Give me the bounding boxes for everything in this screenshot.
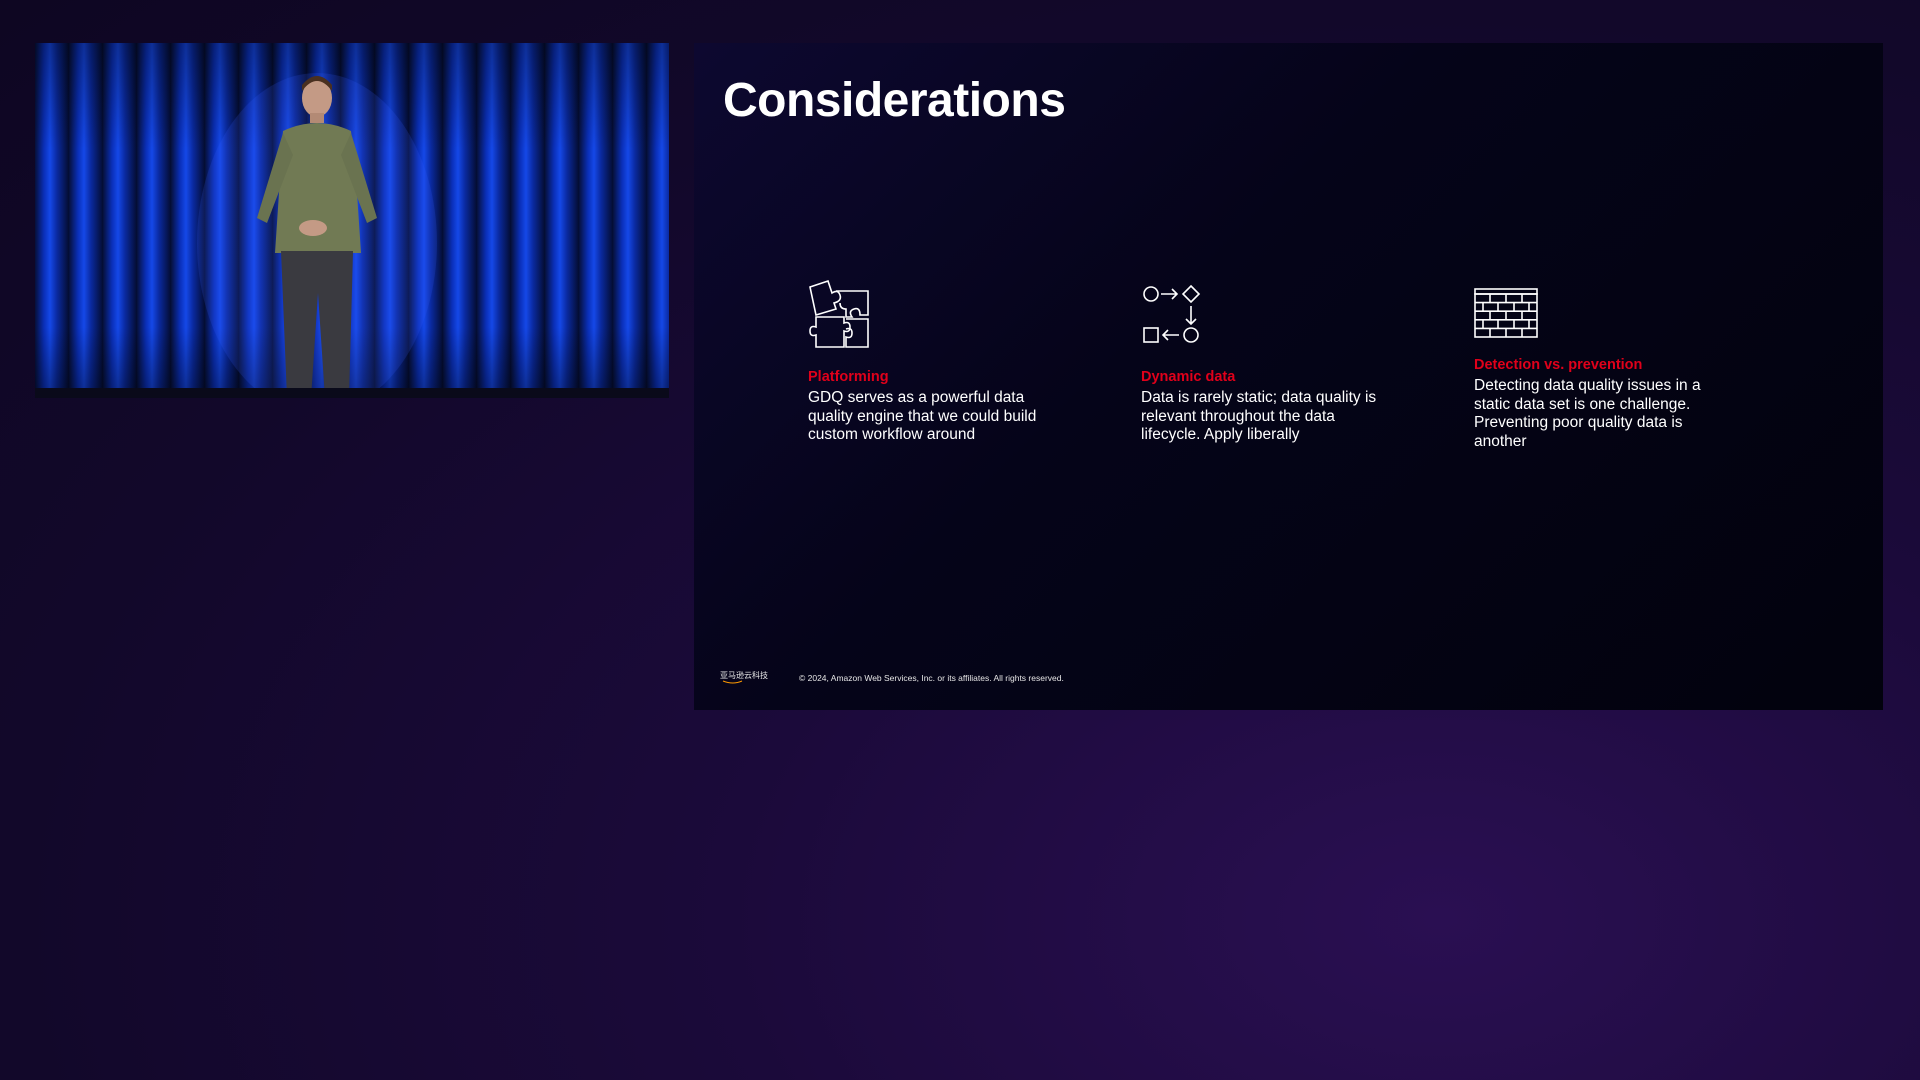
aws-logo: 亚马逊云科技 [720, 670, 768, 686]
stage-floor [35, 388, 669, 398]
dynamic-data-heading: Dynamic data [1141, 369, 1236, 385]
speaker-video [35, 43, 669, 398]
consideration-detection-prevention: Detection vs. prevention Detecting data … [1474, 287, 1714, 451]
consideration-dynamic-data: Dynamic data Data is rarely static; data… [1141, 279, 1381, 445]
copyright-text: © 2024, Amazon Web Services, Inc. or its… [799, 673, 1064, 683]
puzzle-icon [809, 279, 869, 348]
dynamic-data-body: Data is rarely static; data quality is r… [1141, 389, 1377, 443]
smile-arrow-icon [722, 680, 743, 684]
detection-prevention-body: Detecting data quality issues in a stati… [1474, 377, 1701, 450]
platforming-body: GDQ serves as a powerful data quality en… [808, 389, 1037, 443]
detection-prevention-heading: Detection vs. prevention [1474, 357, 1643, 373]
platforming-heading: Platforming [808, 369, 889, 385]
consideration-platforming: Platforming GDQ serves as a powerful dat… [808, 279, 1048, 445]
slide-title: Considerations [723, 74, 1066, 127]
workflow-shapes-icon [1143, 284, 1201, 343]
brick-wall-icon [1474, 288, 1538, 338]
speaker-figure [197, 73, 437, 398]
presentation-slide: Considerations Platforming GDQ serves as… [694, 43, 1883, 710]
